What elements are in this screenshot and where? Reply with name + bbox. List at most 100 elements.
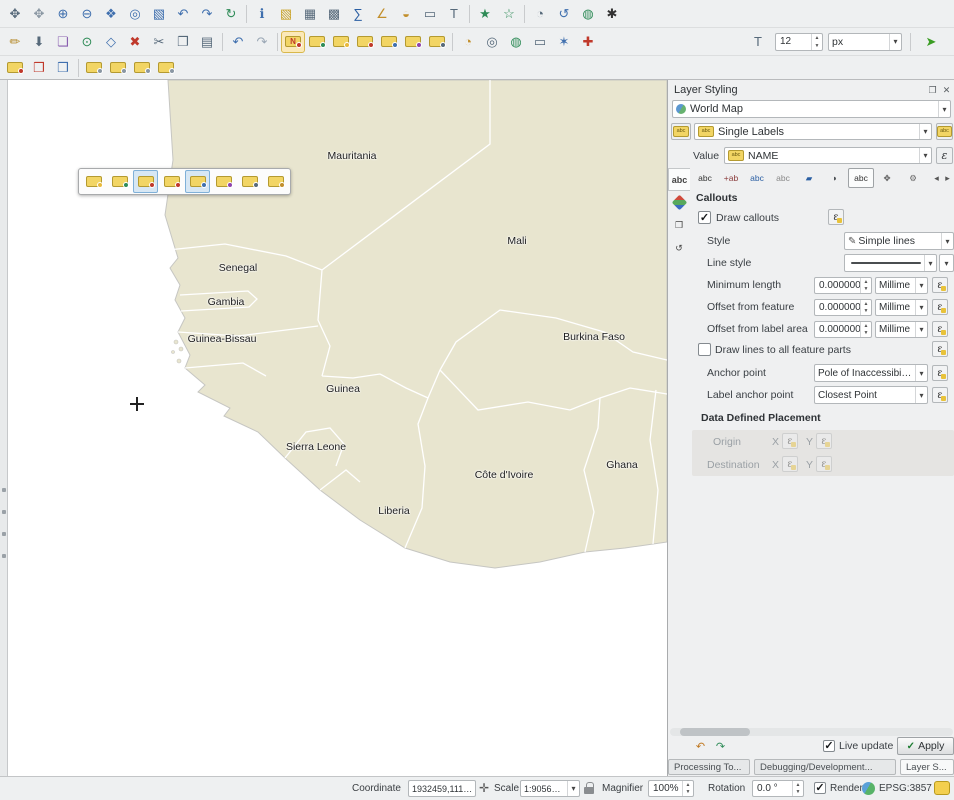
- offset-from-feature-dd-button[interactable]: [932, 299, 948, 315]
- change-callout-properties-button[interactable]: [263, 170, 288, 193]
- draw-callouts-checkbox[interactable]: [698, 211, 711, 224]
- spinner-arrows[interactable]: [682, 781, 693, 796]
- new-shapefile-icon[interactable]: ❏: [51, 31, 75, 53]
- zoom-in-icon[interactable]: ⊕: [51, 3, 75, 25]
- show-labels-toolbar-icon[interactable]: [106, 57, 130, 79]
- callout-tab[interactable]: abc: [848, 168, 874, 188]
- destination-x-dd-button[interactable]: [782, 456, 798, 472]
- move-labels-toolbar-icon[interactable]: [130, 57, 154, 79]
- apply-button[interactable]: Apply: [897, 737, 954, 755]
- minimum-length-unit-combo[interactable]: Millime: [875, 277, 928, 294]
- crs-globe-icon[interactable]: [862, 782, 875, 795]
- pan-map-icon[interactable]: ✥: [3, 3, 27, 25]
- delete-selected-icon[interactable]: ✖: [123, 31, 147, 53]
- font-unit-combo[interactable]: px: [828, 33, 902, 51]
- change-label-properties-icon[interactable]: [425, 31, 449, 53]
- labels-mode-icon-button[interactable]: [671, 123, 691, 140]
- zoom-out-icon[interactable]: ⊖: [75, 3, 99, 25]
- measure-line-icon[interactable]: ∠: [370, 3, 394, 25]
- log-messages-icon[interactable]: [934, 781, 950, 795]
- callout-style-combo[interactable]: ✎ Simple lines: [844, 232, 954, 250]
- offset-from-label-area-unit-combo[interactable]: Millime: [875, 321, 928, 338]
- map-tips-icon[interactable]: ◒: [394, 3, 418, 25]
- copy-style-icon[interactable]: ❒: [27, 57, 51, 79]
- origin-y-dd-button[interactable]: [816, 433, 832, 449]
- html-annotation-icon[interactable]: ▭: [528, 31, 552, 53]
- layer-diagram-options-icon[interactable]: ◍: [504, 31, 528, 53]
- render-checkbox[interactable]: [814, 782, 826, 794]
- value-field-combo[interactable]: abc NAME: [724, 147, 932, 164]
- threed-panel-tab[interactable]: ❒: [668, 214, 690, 237]
- crs-value[interactable]: EPSG:3857: [879, 783, 932, 794]
- zoom-full-extent-icon[interactable]: ❖: [99, 3, 123, 25]
- zoom-last-icon[interactable]: ↶: [171, 3, 195, 25]
- tab-layer-styling[interactable]: Layer S...: [900, 759, 954, 775]
- pin-unpin-labels-button[interactable]: [107, 170, 132, 193]
- destination-y-dd-button[interactable]: [816, 456, 832, 472]
- redo-icon[interactable]: ↷: [250, 31, 274, 53]
- cut-features-icon[interactable]: ✂: [147, 31, 171, 53]
- background-tab[interactable]: ▰: [796, 168, 822, 188]
- move-label-icon[interactable]: [377, 31, 401, 53]
- highlight-pinned-labels-button[interactable]: [81, 170, 106, 193]
- lock-scale-icon[interactable]: [584, 787, 594, 794]
- debugging-tools-icon[interactable]: ✱: [600, 3, 624, 25]
- pan-to-selection-icon[interactable]: ✥: [27, 3, 51, 25]
- show-unplaced-labels-button[interactable]: [159, 170, 184, 193]
- pin-labels-toolbar-icon[interactable]: [82, 57, 106, 79]
- text-tab[interactable]: abc: [692, 168, 718, 188]
- close-panel-icon[interactable]: [940, 84, 953, 97]
- labeling-options-icon[interactable]: N: [281, 31, 305, 53]
- rotate-label-icon[interactable]: [401, 31, 425, 53]
- tab-debugging-development[interactable]: Debugging/Development...: [754, 759, 896, 775]
- field-calculator-icon[interactable]: ▩: [322, 3, 346, 25]
- label-mode-combo[interactable]: Single Labels: [694, 123, 932, 140]
- show-hide-labels-button[interactable]: [133, 170, 158, 193]
- toggle-editing-icon[interactable]: ✏: [3, 31, 27, 53]
- magnifier-spinner[interactable]: 100%: [648, 780, 694, 797]
- panel-horizontal-scrollbar[interactable]: [670, 728, 953, 736]
- collapsed-panel-strip[interactable]: [0, 80, 8, 776]
- minimum-length-dd-button[interactable]: [932, 277, 948, 293]
- origin-x-dd-button[interactable]: [782, 433, 798, 449]
- anchor-point-combo[interactable]: Pole of Inaccessibility: [814, 364, 928, 382]
- save-edits-icon[interactable]: ⬇: [27, 31, 51, 53]
- change-label-properties-button[interactable]: [237, 170, 262, 193]
- automated-placement-settings-button[interactable]: [936, 123, 953, 140]
- label-anchor-point-combo[interactable]: Closest Point: [814, 386, 928, 404]
- zoom-to-layer-icon[interactable]: ▧: [147, 3, 171, 25]
- shadow-tab[interactable]: ◗: [822, 168, 848, 188]
- line-style-combo[interactable]: [844, 254, 937, 272]
- add-feature-icon[interactable]: ⊙: [75, 31, 99, 53]
- scrollbar-thumb[interactable]: [680, 728, 750, 736]
- label-anchor-dd-button[interactable]: [932, 387, 948, 403]
- live-update-checkbox[interactable]: [823, 740, 835, 752]
- formatting-tab[interactable]: +ab: [718, 168, 744, 188]
- show-hide-labels-icon[interactable]: [353, 31, 377, 53]
- statistical-summary-icon[interactable]: ∑: [346, 3, 370, 25]
- copy-features-icon[interactable]: ❐: [171, 31, 195, 53]
- form-annotation-icon[interactable]: T: [442, 3, 466, 25]
- spinner-arrows[interactable]: [860, 322, 871, 337]
- style-manager-icon[interactable]: [3, 57, 27, 79]
- show-bookmarks-icon[interactable]: ☆: [497, 3, 521, 25]
- identify-features-icon[interactable]: ℹ: [250, 3, 274, 25]
- spinner-arrows[interactable]: [792, 781, 803, 796]
- tab-processing-toolbox[interactable]: Processing To...: [668, 759, 750, 775]
- draw-lines-all-parts-checkbox[interactable]: [698, 343, 711, 356]
- layer-select-combo[interactable]: World Map: [672, 100, 951, 118]
- labels-panel-tab[interactable]: abc: [668, 168, 690, 191]
- refresh-map-icon[interactable]: ↻: [219, 3, 243, 25]
- tab-scroll-right-icon[interactable]: [941, 172, 954, 185]
- marker-annotation-icon[interactable]: ✚: [576, 31, 600, 53]
- diagram-options-icon[interactable]: ◔: [456, 31, 480, 53]
- pin-unpin-labels-icon[interactable]: [305, 31, 329, 53]
- map-canvas[interactable]: MauritaniaMaliSenegalGambiaGuinea-Bissau…: [8, 80, 667, 776]
- extents-icon[interactable]: ✛: [479, 781, 489, 795]
- svg-annotation-icon[interactable]: ✶: [552, 31, 576, 53]
- expression-builder-button[interactable]: ε: [936, 147, 953, 164]
- spinner-arrows[interactable]: [860, 278, 871, 293]
- new-bookmark-icon[interactable]: ★: [473, 3, 497, 25]
- move-label-button[interactable]: [185, 170, 210, 193]
- offset-from-label-area-dd-button[interactable]: [932, 321, 948, 337]
